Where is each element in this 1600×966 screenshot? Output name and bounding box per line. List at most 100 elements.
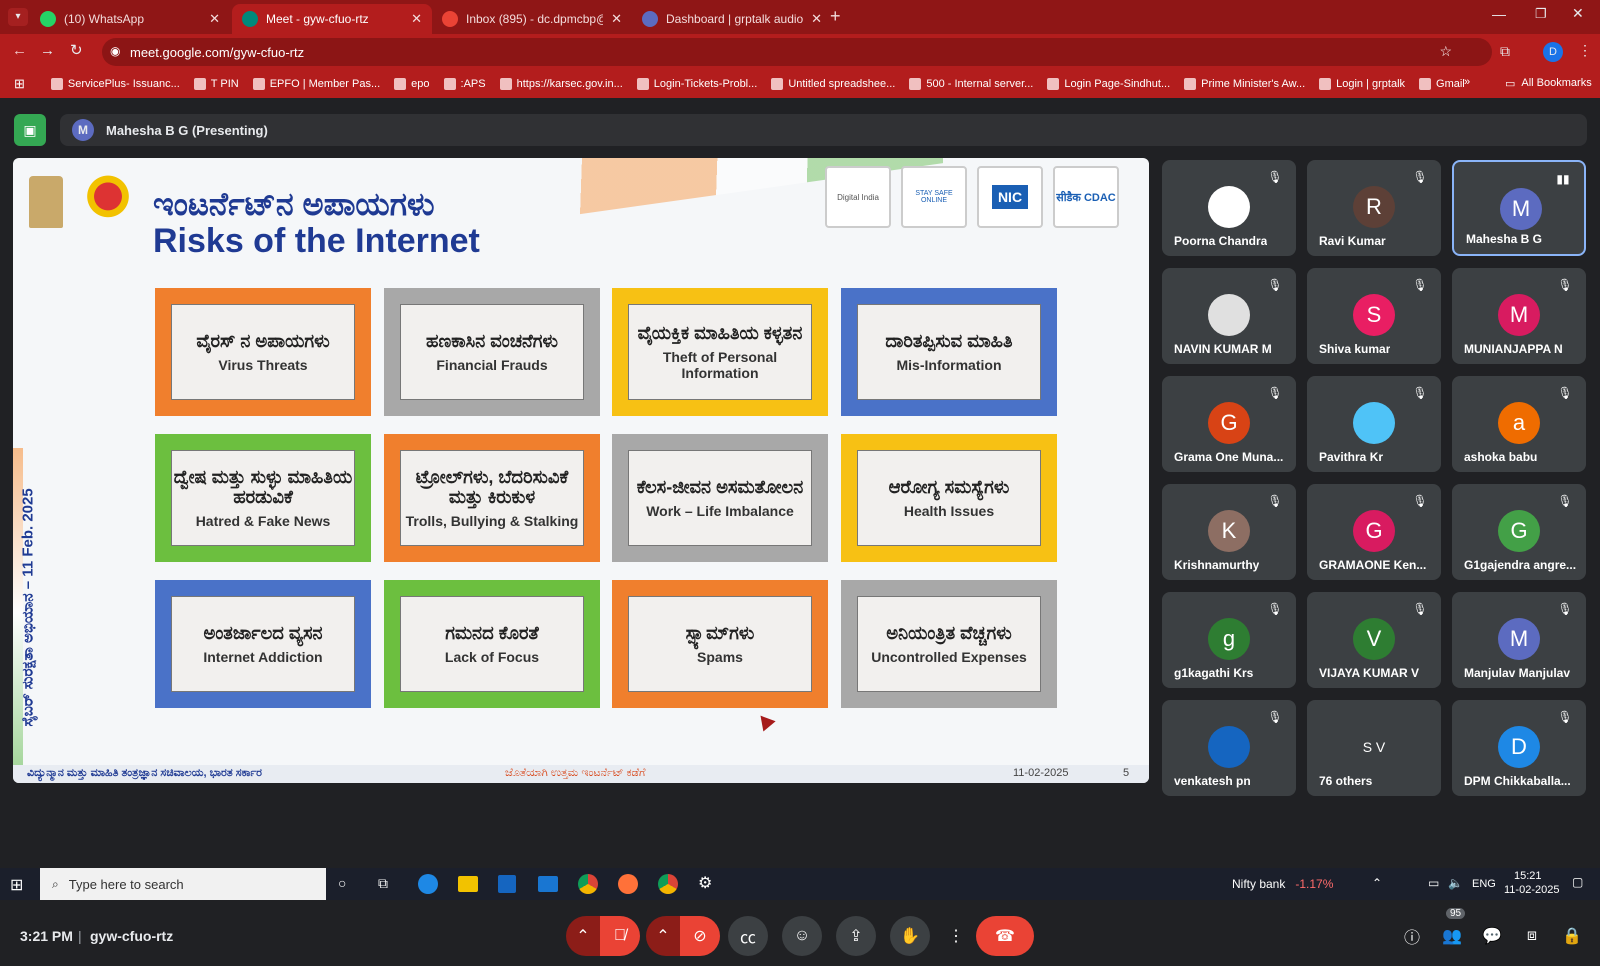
risk-label-english: Financial Frauds: [436, 357, 548, 373]
edge-icon[interactable]: [418, 874, 438, 894]
taskbar-search-box[interactable]: ⌕ Type here to search: [40, 868, 326, 900]
participant-name: g1kagathi Krs: [1174, 666, 1254, 680]
host-controls-button[interactable]: 🔒: [1552, 916, 1592, 956]
participant-tile[interactable]: G G1gajendra angre... 🎙: [1452, 484, 1586, 580]
bookmark-item[interactable]: EPFO | Member Pas...: [252, 78, 381, 90]
bookmark-item[interactable]: Prime Minister's Aw...: [1184, 78, 1305, 90]
meeting-info-button[interactable]: ⓘ: [1392, 916, 1432, 956]
address-bar[interactable]: ◉ meet.google.com/gyw-cfuo-rtz ☆: [102, 38, 1492, 66]
volume-icon[interactable]: 🔈: [1448, 876, 1463, 890]
bookmark-item[interactable]: 500 - Internal server...: [909, 78, 1033, 90]
clock-time[interactable]: 15:21: [1514, 870, 1542, 882]
restore-button[interactable]: ❐: [1535, 6, 1547, 22]
participant-tile[interactable]: S Shiva kumar 🎙: [1307, 268, 1441, 364]
participant-tile[interactable]: M Manjulav Manjulav 🎙: [1452, 592, 1586, 688]
participant-tile[interactable]: K Krishnamurthy 🎙: [1162, 484, 1296, 580]
settings-gear-icon[interactable]: ⚙: [698, 873, 712, 893]
mic-off-button[interactable]: 🎙̸: [600, 916, 640, 956]
more-bookmarks-icon[interactable]: »: [1464, 76, 1470, 88]
browser-menu-icon[interactable]: ⋮: [1578, 42, 1592, 59]
file-explorer-icon[interactable]: [458, 876, 478, 892]
bookmark-item[interactable]: Untitled spreadshee...: [771, 78, 895, 90]
risk-label-kannada: ಅಂತರ್ಜಾಲದ ವ್ಯಸನ: [203, 623, 323, 643]
new-tab-button[interactable]: +: [830, 6, 841, 27]
chat-button[interactable]: 💬: [1472, 916, 1512, 956]
all-bookmarks[interactable]: ▭ All Bookmarks: [1505, 77, 1592, 90]
start-button[interactable]: ⊞: [10, 875, 23, 895]
activities-button[interactable]: ⧈: [1512, 916, 1552, 956]
participant-tile[interactable]: a ashoka babu 🎙: [1452, 376, 1586, 472]
close-tab-icon[interactable]: ✕: [611, 11, 622, 27]
participant-tile[interactable]: G Grama One Muna... 🎙: [1162, 376, 1296, 472]
extensions-icon[interactable]: ⧉: [1500, 43, 1510, 60]
forward-icon[interactable]: →: [40, 42, 55, 59]
participant-tile[interactable]: S V 76 others: [1307, 700, 1441, 796]
mic-muted-icon: 🎙: [1412, 278, 1428, 292]
bookmark-item[interactable]: Login-Tickets-Probl...: [636, 78, 757, 90]
site-info-icon[interactable]: ◉: [110, 44, 120, 58]
bookmark-item[interactable]: epo: [394, 78, 430, 90]
apps-grid-icon[interactable]: ⊞: [14, 76, 25, 92]
reactions-button[interactable]: ☺: [782, 916, 822, 956]
captions-button[interactable]: ㏄: [728, 916, 768, 956]
back-icon[interactable]: ←: [12, 42, 27, 59]
network-icon[interactable]: ▭: [1428, 876, 1439, 890]
tab-3[interactable]: Inbox (895) - dc.dpmcbp@gma ✕: [432, 4, 632, 34]
participant-tile[interactable]: V VIJAYA KUMAR V 🎙: [1307, 592, 1441, 688]
tab-4[interactable]: Dashboard | grptalk audio conf ✕: [632, 4, 832, 34]
profile-avatar[interactable]: D: [1543, 42, 1563, 62]
raise-hand-button[interactable]: ✋: [890, 916, 930, 956]
language-indicator[interactable]: ENG: [1472, 878, 1496, 890]
participant-tile[interactable]: D DPM Chikkaballa... 🎙: [1452, 700, 1586, 796]
bookmark-item[interactable]: Login Page-Sindhut...: [1047, 78, 1170, 90]
participant-tile[interactable]: R Ravi Kumar 🎙: [1307, 160, 1441, 256]
participant-tile[interactable]: G GRAMAONE Ken... 🎙: [1307, 484, 1441, 580]
video-options-button[interactable]: ⌃: [646, 916, 680, 956]
leave-call-button[interactable]: ☎: [976, 916, 1034, 956]
reload-icon[interactable]: ↻: [70, 41, 83, 59]
bookmark-label: EPFO | Member Pas...: [269, 78, 381, 90]
camera-off-button[interactable]: ⊘: [680, 916, 720, 956]
more-options-button[interactable]: ⋮: [944, 916, 968, 956]
participant-tile[interactable]: Poorna Chandra 🎙: [1162, 160, 1296, 256]
bookmark-item[interactable]: T PIN: [193, 78, 239, 90]
store-icon[interactable]: [498, 875, 516, 893]
chrome-icon[interactable]: [578, 874, 598, 894]
mail-icon[interactable]: [538, 876, 558, 892]
participant-tile[interactable]: Pavithra Kr 🎙: [1307, 376, 1441, 472]
people-button[interactable]: 👥 95: [1432, 908, 1472, 956]
chrome-icon-2[interactable]: [658, 874, 678, 894]
audio-options-button[interactable]: ⌃: [566, 916, 600, 956]
close-tab-icon[interactable]: ✕: [411, 11, 422, 27]
minimize-button[interactable]: —: [1492, 6, 1506, 22]
close-window-button[interactable]: ✕: [1572, 5, 1584, 22]
participant-tile[interactable]: venkatesh pn 🎙: [1162, 700, 1296, 796]
bookmark-item[interactable]: ServicePlus- Issuanc...: [50, 78, 180, 90]
participant-tile[interactable]: g g1kagathi Krs 🎙: [1162, 592, 1296, 688]
clock-date[interactable]: 11-02-2025: [1504, 884, 1559, 896]
bookmark-item[interactable]: Login | grptalk: [1319, 78, 1405, 90]
firefox-icon[interactable]: [618, 874, 638, 894]
participant-avatar: a: [1498, 402, 1540, 444]
close-tab-icon[interactable]: ✕: [811, 11, 822, 27]
cortana-icon[interactable]: ○: [338, 875, 346, 891]
tab-2[interactable]: Meet - gyw-cfuo-rtz ✕: [232, 4, 432, 34]
tab-search-chevron-icon[interactable]: ▾: [8, 8, 28, 26]
participant-tile[interactable]: NAVIN KUMAR M 🎙: [1162, 268, 1296, 364]
tray-chevron-icon[interactable]: ⌃: [1372, 876, 1382, 890]
taskbar-search-placeholder: Type here to search: [68, 876, 184, 892]
participant-tile[interactable]: M Mahesha B G ▮▮: [1452, 160, 1586, 256]
participant-tile[interactable]: M MUNIANJAPPA N 🎙: [1452, 268, 1586, 364]
layout-toggle-button[interactable]: ▣: [14, 114, 46, 146]
emoji-icon: ☺: [793, 927, 811, 944]
notifications-icon[interactable]: ▢: [1572, 875, 1583, 889]
bookmark-item[interactable]: Gmail: [1419, 78, 1465, 90]
tab-1[interactable]: (10) WhatsApp ✕: [30, 4, 230, 34]
close-tab-icon[interactable]: ✕: [209, 11, 220, 27]
present-screen-button[interactable]: ⇪: [836, 916, 876, 956]
bookmark-item[interactable]: :APS: [443, 78, 486, 90]
ticker-widget[interactable]: Nifty bank -1.17%: [1232, 877, 1333, 891]
bookmark-star-icon[interactable]: ☆: [1439, 43, 1452, 60]
bookmark-item[interactable]: https://karsec.gov.in...: [499, 78, 623, 90]
task-view-icon[interactable]: ⧉: [378, 875, 388, 892]
